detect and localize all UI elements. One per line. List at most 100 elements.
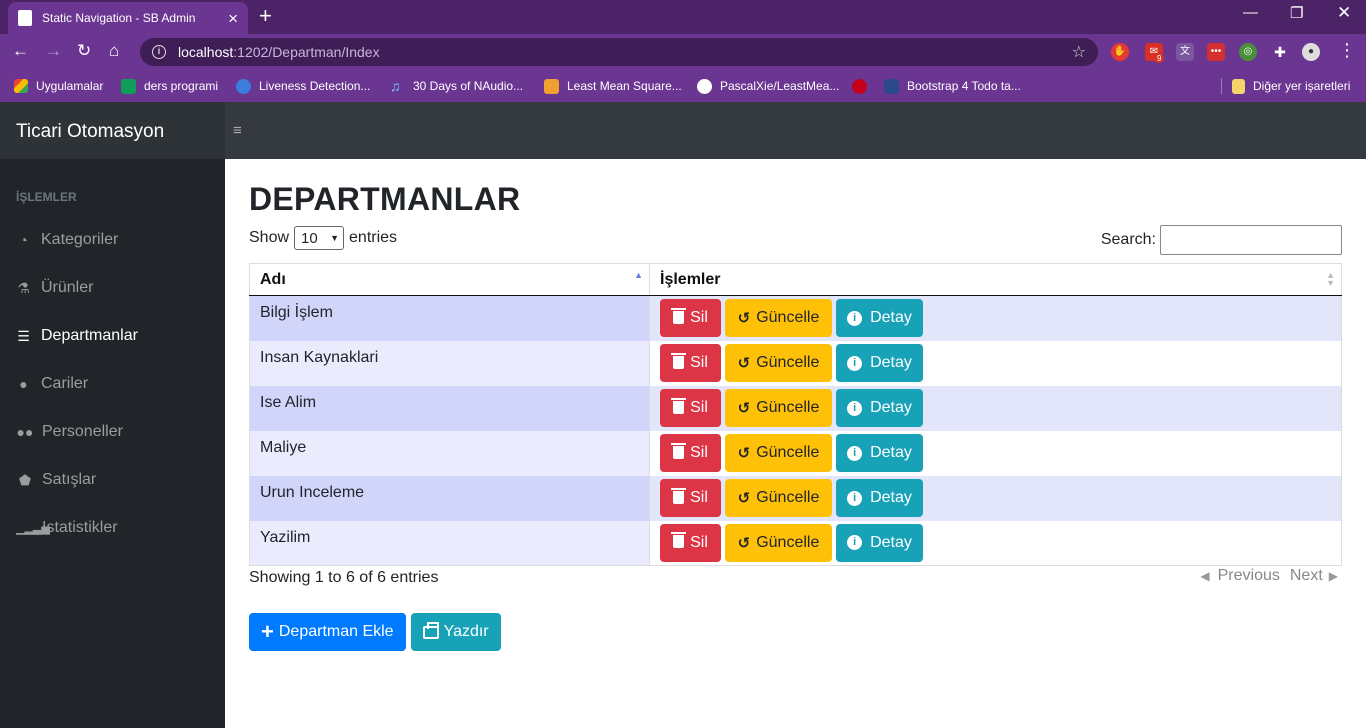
minimize-icon[interactable]: —: [1243, 4, 1258, 21]
delete-button[interactable]: Sil: [660, 523, 721, 562]
bookmark-apps[interactable]: Uygulamalar: [14, 77, 103, 95]
delete-button[interactable]: Sil: [660, 434, 721, 472]
update-button[interactable]: ↺ Güncelle: [725, 479, 832, 517]
update-button[interactable]: ↺ Güncelle: [725, 434, 832, 472]
bookmark-github[interactable]: PascalXie/LeastMea...: [697, 77, 839, 95]
sort-ascending-icon: ▲: [634, 270, 643, 280]
bookmark-ders-programi[interactable]: ders programi: [121, 77, 218, 95]
bookmark-star-icon[interactable]: ☆: [1072, 42, 1086, 62]
table-row: Urun Inceleme Sil ↺ Güncelle i Detay: [249, 475, 1342, 521]
bookmark-other[interactable]: Diğer yer işaretleri: [1232, 77, 1350, 95]
close-tab-icon[interactable]: ×: [228, 10, 238, 27]
sidebar-item-personeller[interactable]: ●● Personeller: [16, 423, 123, 441]
reload-icon[interactable]: ↻: [77, 40, 91, 62]
bookmark-label: Bootstrap 4 Todo ta...: [907, 79, 1021, 93]
print-label: Yazdır: [443, 623, 489, 640]
delete-label: Sil: [690, 354, 708, 371]
sidebar-item-label: Cariler: [41, 375, 89, 392]
update-label: Güncelle: [756, 399, 820, 416]
sidebar-heading: İŞLEMLER: [16, 190, 77, 204]
apps-grid-icon: [14, 79, 28, 93]
github-icon: [697, 78, 712, 94]
bookmark-liveness[interactable]: Liveness Detection...: [236, 77, 370, 95]
detail-button[interactable]: i Detay: [836, 479, 923, 517]
browser-tab[interactable]: Static Navigation - SB Admin ×: [8, 2, 248, 34]
update-button[interactable]: ↺ Güncelle: [725, 299, 832, 338]
update-button[interactable]: ↺ Güncelle: [725, 344, 832, 382]
table-row: Insan Kaynaklari Sil ↺ Güncelle i Detay: [249, 340, 1342, 386]
adblock-extension-icon[interactable]: ✋: [1111, 43, 1129, 61]
delete-button[interactable]: Sil: [660, 299, 721, 338]
info-circle-icon: i: [847, 535, 863, 551]
delete-button[interactable]: Sil: [660, 389, 721, 427]
column-header-label: İşlemler: [660, 270, 721, 288]
browser-toolbar: ← → ↻ ⌂ i localhost:1202/Departman/Index…: [0, 34, 1366, 70]
detail-button[interactable]: i Detay: [836, 523, 923, 562]
sidebar-item-urunler[interactable]: ⚗ Ürünler: [16, 279, 93, 297]
extensions-puzzle-icon[interactable]: ✚: [1271, 43, 1289, 61]
update-button[interactable]: ↺ Güncelle: [725, 523, 832, 562]
browser-menu-icon[interactable]: ⋮: [1338, 41, 1356, 59]
sidebar-item-istatistikler[interactable]: ▁▂▃▅ Istatistikler: [16, 519, 118, 537]
bookmark-label: ders programi: [144, 79, 219, 93]
page-length-select[interactable]: 10 ▼: [294, 226, 345, 250]
forward-icon[interactable]: →: [45, 40, 62, 62]
bookmark-bootstrap-todo[interactable]: Bootstrap 4 Todo ta...: [884, 77, 1021, 95]
update-label: Güncelle: [756, 354, 820, 371]
entries-label: entries: [349, 229, 398, 246]
url-text[interactable]: localhost:1202/Departman/Index: [178, 44, 380, 60]
department-name-cell: Urun Inceleme: [249, 475, 650, 521]
length-control: Show 10 ▼ entries: [249, 226, 397, 250]
sidebar-item-departmanlar[interactable]: ☰ Departmanlar: [16, 327, 138, 345]
actions-cell: Sil ↺ Güncelle i Detay: [649, 340, 1342, 386]
bookmarks-bar: Uygulamalar ders programi Liveness Detec…: [0, 70, 1366, 102]
home-icon[interactable]: ⌂: [109, 40, 119, 62]
translate-extension-icon[interactable]: 文: [1176, 43, 1194, 61]
update-button[interactable]: ↺ Güncelle: [725, 389, 832, 427]
info-circle-icon: i: [847, 355, 863, 371]
new-tab-icon[interactable]: +: [259, 5, 272, 27]
site-info-icon[interactable]: i: [152, 45, 166, 59]
profile-avatar[interactable]: ●: [1302, 43, 1320, 61]
show-label: Show: [249, 229, 290, 246]
sidebar-item-kategoriler[interactable]: ◔ Kategoriler: [16, 231, 118, 249]
bookmark-red-dot[interactable]: [852, 77, 875, 95]
signal-icon: ▁▂▃▅: [16, 522, 50, 535]
detail-button[interactable]: i Detay: [836, 434, 923, 472]
detail-button[interactable]: i Detay: [836, 299, 923, 338]
list-icon: ☰: [17, 327, 30, 344]
column-header-adi[interactable]: Adı ▲: [249, 263, 650, 296]
music-note-icon: ♫: [390, 77, 401, 94]
colorful-extension-icon[interactable]: ◎: [1239, 43, 1257, 61]
search-input[interactable]: [1160, 225, 1342, 255]
table-header-row: Adı ▲ İşlemler ▲ ▼: [249, 263, 1342, 296]
close-window-icon[interactable]: ✕: [1337, 3, 1351, 23]
bookmark-least-mean[interactable]: Least Mean Square...: [544, 77, 682, 95]
undo-icon: ↺: [737, 534, 751, 552]
detail-button[interactable]: i Detay: [836, 344, 923, 382]
department-name-cell: Ise Alim: [249, 385, 650, 431]
column-header-islemler[interactable]: İşlemler ▲ ▼: [649, 263, 1342, 296]
actions-cell: Sil ↺ Güncelle i Detay: [649, 430, 1342, 476]
sidebar-item-satislar[interactable]: ⬟ Satışlar: [16, 471, 96, 489]
add-department-button[interactable]: + Departman Ekle: [249, 613, 406, 651]
bookmark-naudio[interactable]: ♫ 30 Days of NAudio...: [390, 77, 523, 95]
bookmark-label: Least Mean Square...: [567, 79, 682, 93]
mail-badge: 9: [1154, 54, 1165, 63]
previous-button[interactable]: Previous: [1218, 567, 1280, 585]
actions-cell: Sil ↺ Güncelle i Detay: [649, 475, 1342, 521]
delete-button[interactable]: Sil: [660, 479, 721, 517]
restore-icon[interactable]: ❐: [1290, 4, 1303, 22]
sidebar-toggle-icon[interactable]: ≡: [233, 123, 242, 138]
address-bar[interactable]: i localhost:1202/Departman/Index ☆: [140, 38, 1098, 66]
back-icon[interactable]: ←: [12, 40, 29, 62]
print-button[interactable]: Yazdır: [410, 613, 501, 651]
detail-button[interactable]: i Detay: [836, 389, 923, 427]
delete-label: Sil: [690, 533, 708, 551]
brand-link[interactable]: Ticari Otomasyon: [16, 121, 164, 143]
lastpass-extension-icon[interactable]: •••: [1207, 43, 1225, 61]
page-favicon-icon: [18, 10, 32, 26]
sidebar-item-cariler[interactable]: ● Cariler: [16, 375, 88, 393]
next-button[interactable]: Next: [1290, 567, 1323, 585]
delete-button[interactable]: Sil: [660, 344, 721, 382]
